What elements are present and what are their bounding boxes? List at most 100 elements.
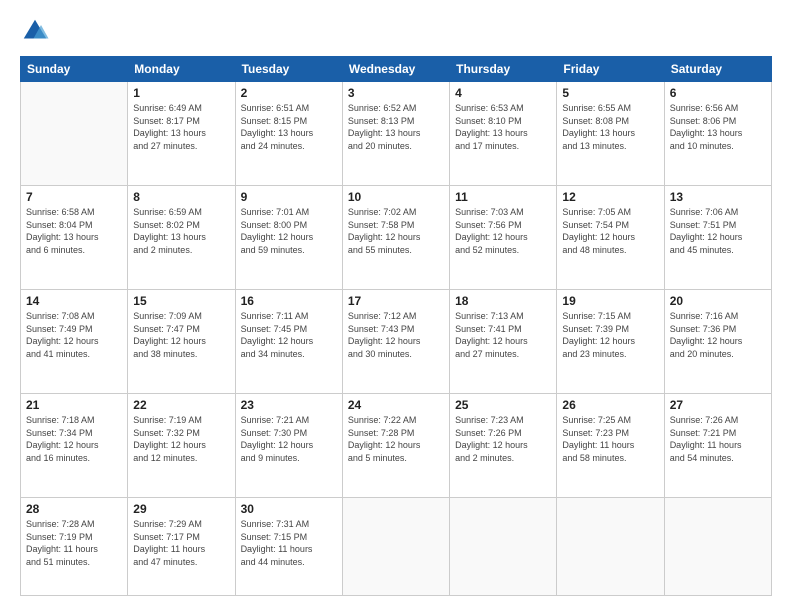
day-header-thursday: Thursday — [450, 57, 557, 82]
header — [20, 16, 772, 46]
calendar-cell: 13 Sunrise: 7:06 AM Sunset: 7:51 PM Dayli… — [664, 186, 771, 290]
calendar-cell: 18 Sunrise: 7:13 AM Sunset: 7:41 PM Dayli… — [450, 290, 557, 394]
day-number: 20 — [670, 294, 766, 308]
day-number: 24 — [348, 398, 444, 412]
day-info: Sunrise: 7:29 AM Sunset: 7:17 PM Dayligh… — [133, 518, 229, 568]
calendar-cell: 7 Sunrise: 6:58 AM Sunset: 8:04 PM Daylig… — [21, 186, 128, 290]
day-number: 19 — [562, 294, 658, 308]
day-number: 28 — [26, 502, 122, 516]
day-info: Sunrise: 7:02 AM Sunset: 7:58 PM Dayligh… — [348, 206, 444, 256]
calendar-cell: 28Sunrise: 7:28 AM Sunset: 7:19 PM Dayli… — [21, 498, 128, 596]
day-header-friday: Friday — [557, 57, 664, 82]
day-info: Sunrise: 7:05 AM Sunset: 7:54 PM Dayligh… — [562, 206, 658, 256]
day-number: 29 — [133, 502, 229, 516]
day-number: 5 — [562, 86, 658, 100]
day-info: Sunrise: 7:19 AM Sunset: 7:32 PM Dayligh… — [133, 414, 229, 464]
day-number: 11 — [455, 190, 551, 204]
day-number: 6 — [670, 86, 766, 100]
day-number: 7 — [26, 190, 122, 204]
day-number: 27 — [670, 398, 766, 412]
calendar-cell — [664, 498, 771, 596]
day-info: Sunrise: 7:01 AM Sunset: 8:00 PM Dayligh… — [241, 206, 337, 256]
day-info: Sunrise: 7:25 AM Sunset: 7:23 PM Dayligh… — [562, 414, 658, 464]
day-number: 18 — [455, 294, 551, 308]
day-number: 3 — [348, 86, 444, 100]
day-number: 25 — [455, 398, 551, 412]
day-number: 13 — [670, 190, 766, 204]
calendar-cell — [342, 498, 449, 596]
calendar-cell: 12 Sunrise: 7:05 AM Sunset: 7:54 PM Dayli… — [557, 186, 664, 290]
day-info: Sunrise: 7:26 AM Sunset: 7:21 PM Dayligh… — [670, 414, 766, 464]
day-number: 30 — [241, 502, 337, 516]
calendar-cell: 3 Sunrise: 6:52 AM Sunset: 8:13 PM Daylig… — [342, 82, 449, 186]
day-info: Sunrise: 7:13 AM Sunset: 7:41 PM Dayligh… — [455, 310, 551, 360]
week-row-1: 1Sunrise: 6:49 AM Sunset: 8:17 PM Daylig… — [21, 82, 772, 186]
calendar-table: SundayMondayTuesdayWednesdayThursdayFrid… — [20, 56, 772, 596]
calendar-cell: 20 Sunrise: 7:16 AM Sunset: 7:36 PM Dayli… — [664, 290, 771, 394]
day-number: 12 — [562, 190, 658, 204]
calendar-cell — [450, 498, 557, 596]
calendar-cell: 23 Sunrise: 7:21 AM Sunset: 7:30 PM Dayli… — [235, 394, 342, 498]
day-info: Sunrise: 6:56 AM Sunset: 8:06 PM Dayligh… — [670, 102, 766, 152]
calendar-cell: 30 Sunrise: 7:31 AM Sunset: 7:15 PM Dayli… — [235, 498, 342, 596]
day-number: 9 — [241, 190, 337, 204]
day-number: 23 — [241, 398, 337, 412]
week-row-2: 7 Sunrise: 6:58 AM Sunset: 8:04 PM Daylig… — [21, 186, 772, 290]
day-number: 16 — [241, 294, 337, 308]
calendar-cell: 5Sunrise: 6:55 AM Sunset: 8:08 PM Daylig… — [557, 82, 664, 186]
calendar-cell: 27 Sunrise: 7:26 AM Sunset: 7:21 PM Dayli… — [664, 394, 771, 498]
calendar-cell: 24 Sunrise: 7:22 AM Sunset: 7:28 PM Dayli… — [342, 394, 449, 498]
calendar-cell: 14Sunrise: 7:08 AM Sunset: 7:49 PM Dayli… — [21, 290, 128, 394]
day-info: Sunrise: 7:03 AM Sunset: 7:56 PM Dayligh… — [455, 206, 551, 256]
calendar-cell: 6 Sunrise: 6:56 AM Sunset: 8:06 PM Daylig… — [664, 82, 771, 186]
day-info: Sunrise: 7:09 AM Sunset: 7:47 PM Dayligh… — [133, 310, 229, 360]
week-row-3: 14Sunrise: 7:08 AM Sunset: 7:49 PM Dayli… — [21, 290, 772, 394]
calendar-cell: 29 Sunrise: 7:29 AM Sunset: 7:17 PM Dayli… — [128, 498, 235, 596]
day-number: 26 — [562, 398, 658, 412]
calendar-cell: 19Sunrise: 7:15 AM Sunset: 7:39 PM Dayli… — [557, 290, 664, 394]
day-info: Sunrise: 7:11 AM Sunset: 7:45 PM Dayligh… — [241, 310, 337, 360]
day-info: Sunrise: 7:18 AM Sunset: 7:34 PM Dayligh… — [26, 414, 122, 464]
day-number: 8 — [133, 190, 229, 204]
day-number: 21 — [26, 398, 122, 412]
calendar-cell — [557, 498, 664, 596]
day-header-sunday: Sunday — [21, 57, 128, 82]
day-number: 22 — [133, 398, 229, 412]
day-number: 17 — [348, 294, 444, 308]
day-header-saturday: Saturday — [664, 57, 771, 82]
calendar-cell: 25 Sunrise: 7:23 AM Sunset: 7:26 PM Dayli… — [450, 394, 557, 498]
day-info: Sunrise: 7:23 AM Sunset: 7:26 PM Dayligh… — [455, 414, 551, 464]
day-header-wednesday: Wednesday — [342, 57, 449, 82]
calendar-cell — [21, 82, 128, 186]
calendar-cell: 11 Sunrise: 7:03 AM Sunset: 7:56 PM Dayli… — [450, 186, 557, 290]
day-number: 2 — [241, 86, 337, 100]
day-info: Sunrise: 7:22 AM Sunset: 7:28 PM Dayligh… — [348, 414, 444, 464]
day-number: 10 — [348, 190, 444, 204]
calendar-cell: 16 Sunrise: 7:11 AM Sunset: 7:45 PM Dayli… — [235, 290, 342, 394]
day-header-monday: Monday — [128, 57, 235, 82]
calendar-cell: 1Sunrise: 6:49 AM Sunset: 8:17 PM Daylig… — [128, 82, 235, 186]
calendar-cell: 9 Sunrise: 7:01 AM Sunset: 8:00 PM Daylig… — [235, 186, 342, 290]
day-header-tuesday: Tuesday — [235, 57, 342, 82]
day-info: Sunrise: 7:21 AM Sunset: 7:30 PM Dayligh… — [241, 414, 337, 464]
logo — [20, 16, 54, 46]
calendar-cell: 21 Sunrise: 7:18 AM Sunset: 7:34 PM Dayli… — [21, 394, 128, 498]
day-info: Sunrise: 7:31 AM Sunset: 7:15 PM Dayligh… — [241, 518, 337, 568]
day-info: Sunrise: 7:06 AM Sunset: 7:51 PM Dayligh… — [670, 206, 766, 256]
week-row-4: 21 Sunrise: 7:18 AM Sunset: 7:34 PM Dayli… — [21, 394, 772, 498]
calendar-header-row: SundayMondayTuesdayWednesdayThursdayFrid… — [21, 57, 772, 82]
day-info: Sunrise: 7:12 AM Sunset: 7:43 PM Dayligh… — [348, 310, 444, 360]
day-info: Sunrise: 6:53 AM Sunset: 8:10 PM Dayligh… — [455, 102, 551, 152]
calendar-cell: 2Sunrise: 6:51 AM Sunset: 8:15 PM Daylig… — [235, 82, 342, 186]
day-info: Sunrise: 6:49 AM Sunset: 8:17 PM Dayligh… — [133, 102, 229, 152]
calendar-cell: 4Sunrise: 6:53 AM Sunset: 8:10 PM Daylig… — [450, 82, 557, 186]
day-info: Sunrise: 6:59 AM Sunset: 8:02 PM Dayligh… — [133, 206, 229, 256]
day-number: 15 — [133, 294, 229, 308]
calendar-cell: 8 Sunrise: 6:59 AM Sunset: 8:02 PM Daylig… — [128, 186, 235, 290]
page: SundayMondayTuesdayWednesdayThursdayFrid… — [0, 0, 792, 612]
day-info: Sunrise: 6:52 AM Sunset: 8:13 PM Dayligh… — [348, 102, 444, 152]
day-info: Sunrise: 7:16 AM Sunset: 7:36 PM Dayligh… — [670, 310, 766, 360]
day-info: Sunrise: 7:08 AM Sunset: 7:49 PM Dayligh… — [26, 310, 122, 360]
day-info: Sunrise: 6:58 AM Sunset: 8:04 PM Dayligh… — [26, 206, 122, 256]
calendar-cell: 22 Sunrise: 7:19 AM Sunset: 7:32 PM Dayli… — [128, 394, 235, 498]
